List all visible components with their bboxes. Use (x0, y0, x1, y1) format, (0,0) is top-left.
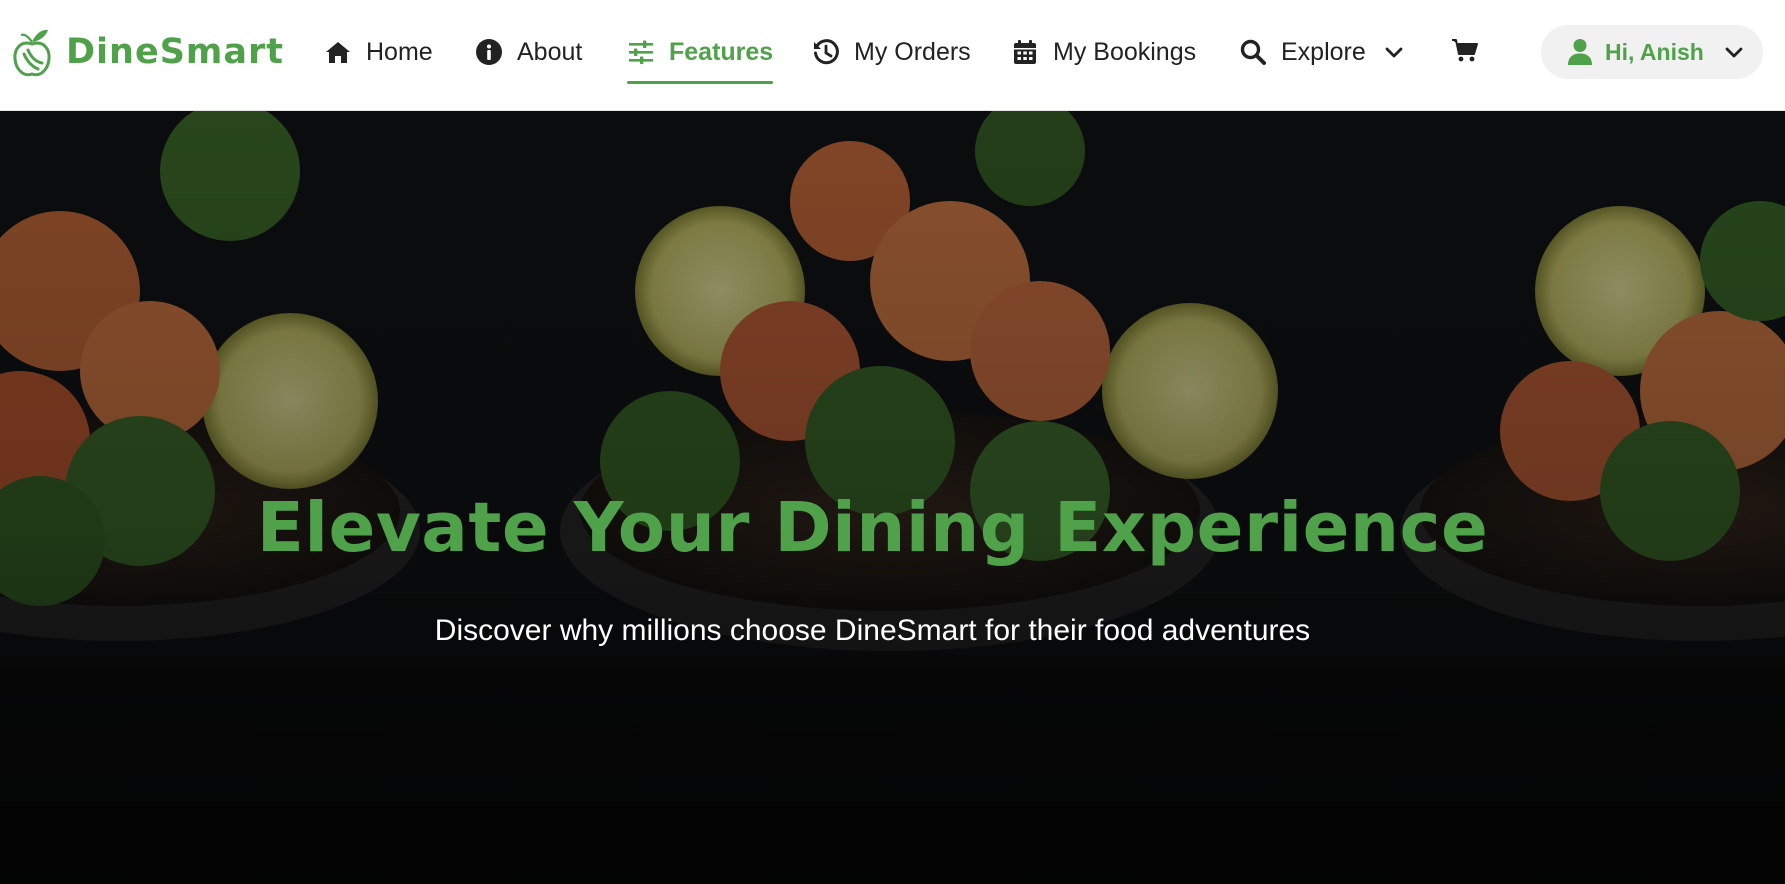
history-icon (812, 38, 840, 66)
nav-label-explore: Explore (1281, 37, 1366, 66)
brand-name: DineSmart (66, 32, 284, 72)
cart-button[interactable] (1449, 36, 1481, 68)
cart-icon (1451, 36, 1479, 69)
nav-label-about: About (517, 37, 583, 66)
user-menu-button[interactable]: Hi, Anish (1541, 25, 1763, 79)
top-navbar: DineSmart Home About Features My Orders … (0, 0, 1785, 111)
hero-banner: Elevate Your Dining Experience Discover … (0, 111, 1785, 884)
hero-subtitle: Discover why millions choose DineSmart f… (434, 614, 1311, 647)
nav-item-my-orders[interactable]: My Orders (812, 28, 971, 76)
search-icon (1239, 38, 1267, 66)
nav-label-my-orders: My Orders (854, 37, 971, 66)
nav-label-my-bookings: My Bookings (1053, 37, 1197, 66)
calendar-icon (1011, 38, 1039, 66)
nav-item-home[interactable]: Home (324, 28, 433, 76)
nav-item-explore[interactable]: Explore (1239, 28, 1404, 76)
brand-logo-icon (12, 26, 52, 78)
nav-item-features[interactable]: Features (627, 28, 774, 84)
brand-link[interactable]: DineSmart (12, 26, 284, 78)
home-icon (324, 38, 352, 66)
nav-label-home: Home (366, 37, 433, 66)
chevron-down-icon (1384, 42, 1404, 62)
chevron-down-icon (1724, 42, 1744, 62)
nav-label-features: Features (669, 37, 774, 66)
nav-item-about[interactable]: About (475, 28, 582, 76)
info-icon (475, 38, 503, 66)
nav-item-my-bookings[interactable]: My Bookings (1011, 28, 1196, 76)
sliders-icon (627, 38, 655, 66)
user-greeting: Hi, Anish (1605, 38, 1704, 65)
hero-title: Elevate Your Dining Experience (256, 488, 1489, 568)
user-icon (1567, 38, 1593, 66)
